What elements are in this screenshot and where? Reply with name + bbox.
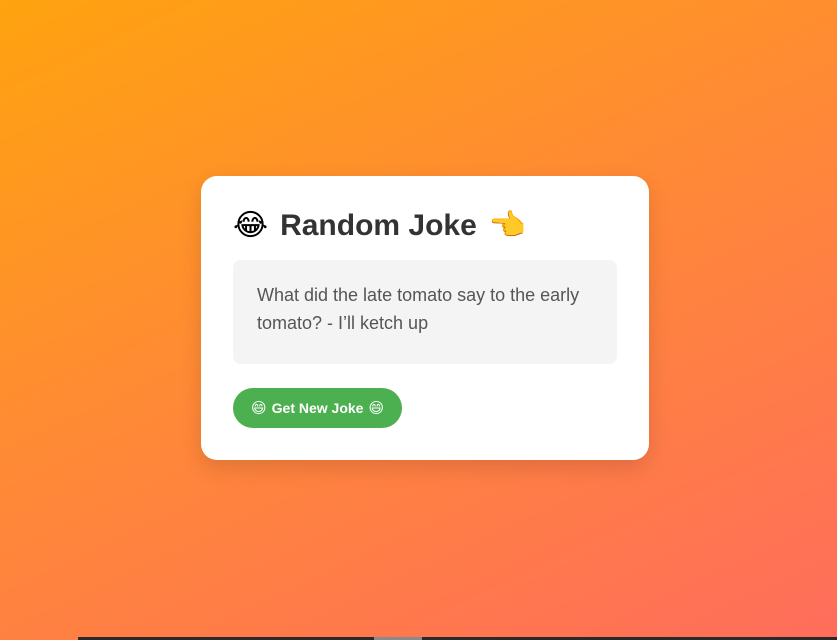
pointing-hand-icon: 👈 (488, 209, 527, 242)
joke-display: What did the late tomato say to the earl… (233, 260, 617, 364)
get-new-joke-button[interactable]: 😄 Get New Joke 😄 (233, 388, 403, 428)
page-title: Random Joke (280, 209, 477, 242)
grinning-face-icon: 😄 (251, 399, 267, 417)
joke-text: What did the late tomato say to the earl… (257, 285, 580, 333)
laughing-face-icon: 😂 (233, 209, 269, 242)
get-new-joke-label: Get New Joke (271, 400, 364, 416)
joke-card: 😂 Random Joke 👈 What did the late tomato… (201, 176, 649, 460)
grinning-face-icon: 😄 (368, 399, 385, 417)
card-header: 😂 Random Joke 👈 (233, 208, 617, 244)
